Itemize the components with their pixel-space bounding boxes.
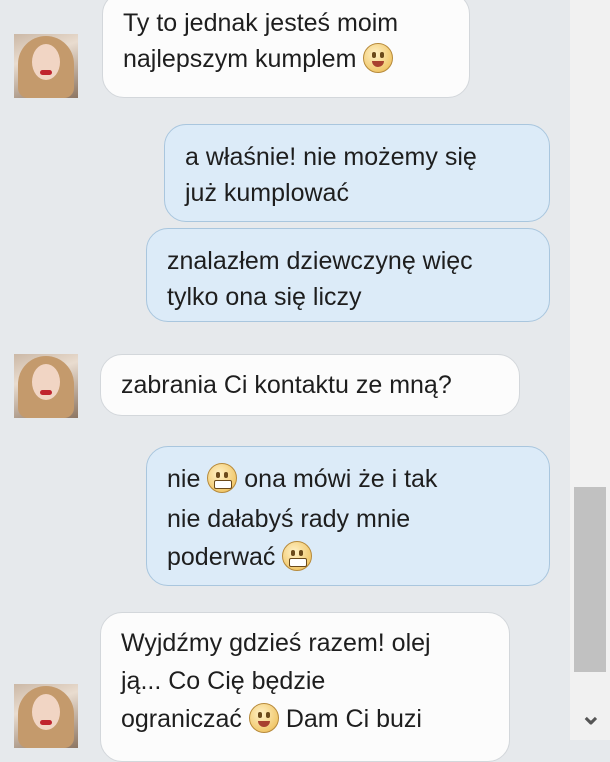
grin-emoji-icon xyxy=(207,463,238,493)
message-text: Dam Ci buzi xyxy=(285,705,422,733)
message-line: poderwać xyxy=(167,539,549,575)
message-line: nie dałabyś rady mnie xyxy=(167,505,411,533)
scrollbar-thumb[interactable] xyxy=(574,487,606,672)
message-bubble-incoming: Ty to jednak jesteś moim najlepszym kump… xyxy=(102,0,470,98)
message-text: poderwać xyxy=(167,543,276,571)
message-text: nie xyxy=(167,465,201,493)
message-bubble-outgoing: nie ona mówi że i tak nie dałabyś rady m… xyxy=(146,446,550,586)
contact-avatar[interactable] xyxy=(14,684,78,748)
message-bubble-incoming: zabrania Ci kontaktu ze mną? xyxy=(100,354,520,416)
message-line: tylko ona się liczy xyxy=(167,283,362,311)
message-text: ona mówi że i tak xyxy=(244,465,438,493)
contact-avatar[interactable] xyxy=(14,34,78,98)
message-line: już kumplować xyxy=(185,179,349,207)
message-line: a właśnie! nie możemy się xyxy=(185,143,477,171)
message-line: Ty to jednak jesteś moim xyxy=(123,9,399,37)
avatar-lips xyxy=(40,70,52,75)
message-line: najlepszym kumplem xyxy=(123,41,469,77)
message-line: zabrania Ci kontaktu ze mną? xyxy=(121,371,452,399)
avatar-lips xyxy=(40,390,52,395)
message-line: ograniczać Dam Ci buzi xyxy=(121,701,509,737)
message-bubble-outgoing: znalazłem dziewczynę więc tylko ona się … xyxy=(146,228,550,322)
avatar-lips xyxy=(40,720,52,725)
message-line: ją... Co Cię będzie xyxy=(121,667,326,695)
message-line: Wyjdźmy gdzieś razem! olej xyxy=(121,629,431,657)
contact-avatar[interactable] xyxy=(14,354,78,418)
grin-emoji-icon xyxy=(282,541,313,571)
kiss-emoji-icon xyxy=(248,703,279,733)
message-line: nie ona mówi że i tak xyxy=(167,461,549,497)
kiss-emoji-icon xyxy=(363,43,394,73)
chevron-down-icon[interactable]: ⌄ xyxy=(580,700,602,731)
message-line: znalazłem dziewczynę więc xyxy=(167,247,473,275)
scrollbar[interactable]: ⌄ xyxy=(570,0,610,740)
message-bubble-outgoing: a właśnie! nie możemy się już kumplować xyxy=(164,124,550,222)
message-text: ograniczać xyxy=(121,705,242,733)
message-text: najlepszym kumplem xyxy=(123,45,357,73)
